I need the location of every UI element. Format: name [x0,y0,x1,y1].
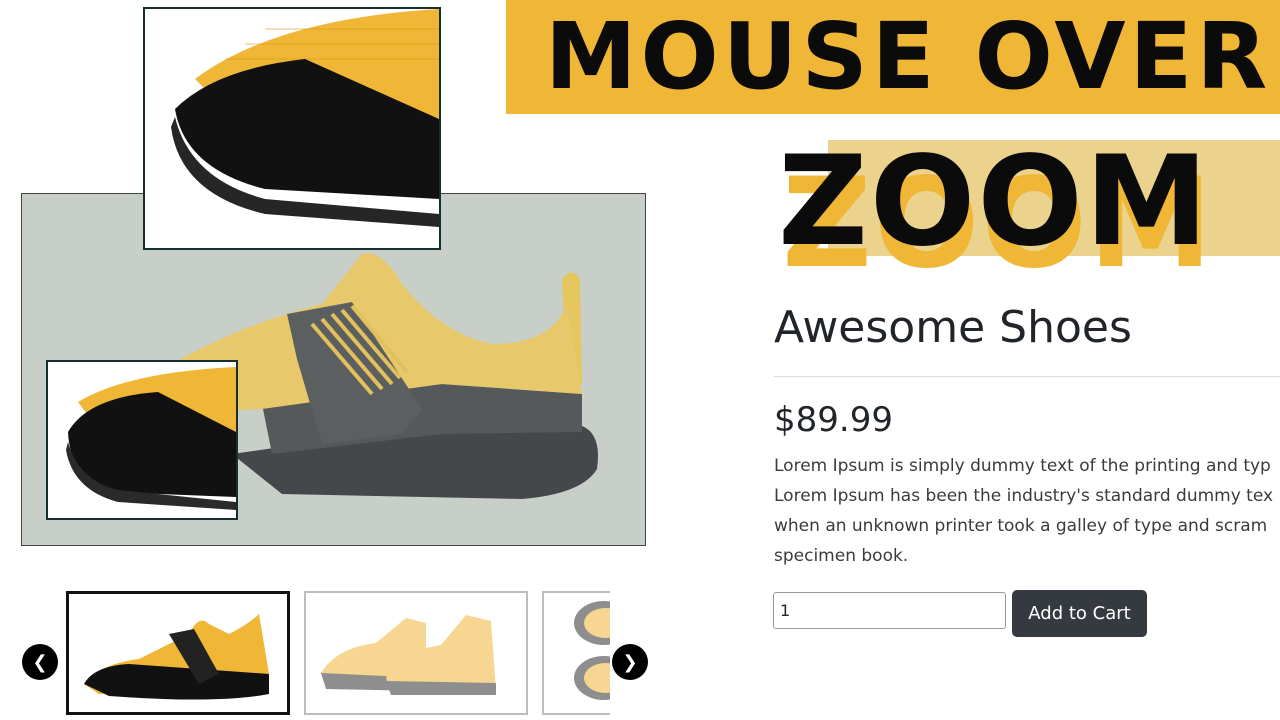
shoe-pair-thumb-image [321,615,496,695]
thumbnail-shoe-side[interactable] [66,591,290,715]
banner-title-line1: MOUSE OVER [545,3,1272,110]
description-line: when an unknown printer took a galley of… [774,516,1268,536]
zoom-lens[interactable] [46,360,238,520]
shoe-side-thumb-image [84,614,269,700]
chevron-right-icon[interactable]: ❯ [612,644,648,680]
zoom-result-panel [143,7,441,250]
product-price: $89.99 [774,400,893,440]
description-line: Lorem Ipsum is simply dummy text of the … [774,456,1271,476]
chevron-left-icon[interactable]: ❮ [22,644,58,680]
shoe-soles-thumb-image [574,601,610,700]
thumbnail-strip [66,590,610,718]
zoom-lens-toe-image [48,362,236,518]
description-line: specimen book. [774,546,909,566]
product-title: Awesome Shoes [774,302,1132,353]
thumbnail-shoe-soles[interactable] [542,591,610,715]
thumbnail-shoe-pair[interactable] [304,591,528,715]
product-description: Lorem Ipsum is simply dummy text of the … [774,451,1280,573]
description-line: Lorem Ipsum has been the industry's stan… [774,486,1274,506]
banner-title-line2: ZOOM [778,130,1211,274]
quantity-input[interactable] [773,592,1006,629]
add-to-cart-button[interactable]: Add to Cart [1012,590,1147,637]
title-divider [774,376,1280,377]
zoomed-toe-image [145,9,439,248]
